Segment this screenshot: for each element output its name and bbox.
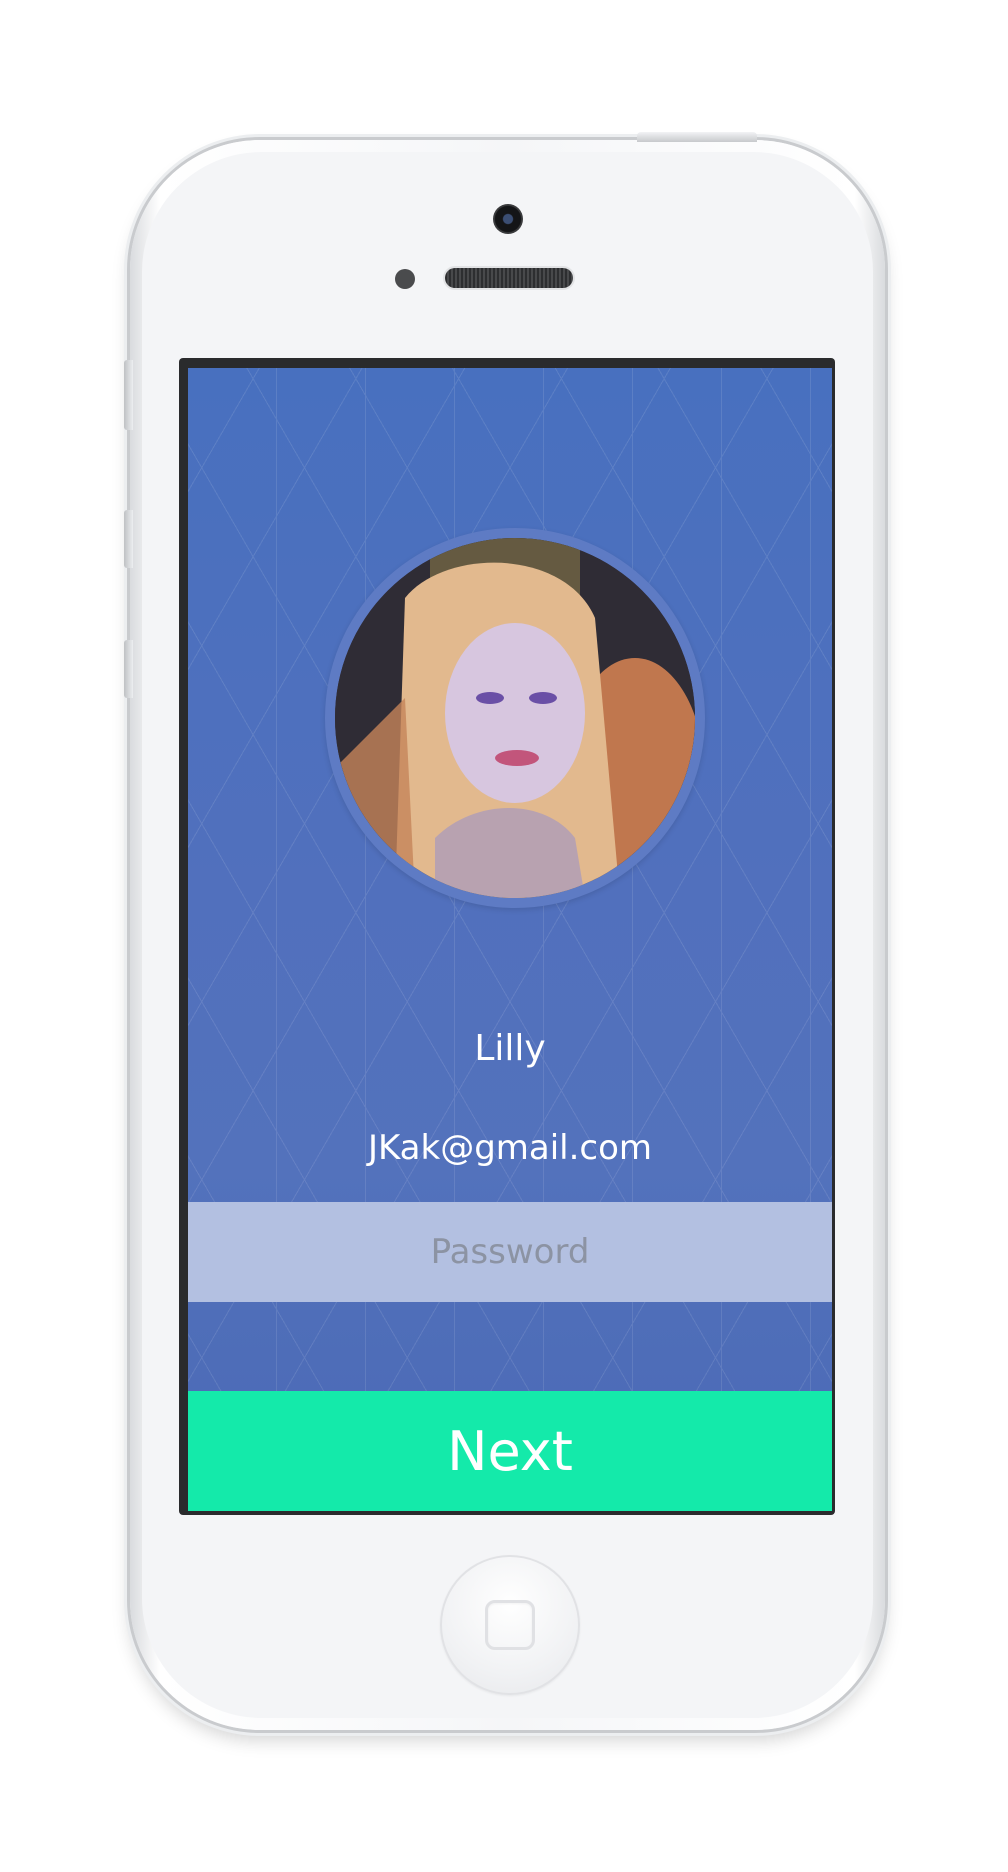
proximity-sensor [395,269,415,289]
login-screen: Lilly JKak@gmail.com Next [188,368,832,1511]
profile-email: JKak@gmail.com [367,1128,653,1168]
earpiece-speaker [445,268,573,288]
home-button [440,1555,580,1695]
next-button[interactable]: Next [188,1391,832,1511]
power-button [637,132,757,142]
mute-switch [124,360,133,430]
avatar-ring [325,528,705,908]
profile-name: Lilly [474,1028,546,1069]
volume-down-button [124,640,133,698]
profile-photo-icon [335,538,695,898]
password-input[interactable] [188,1202,832,1302]
volume-up-button [124,510,133,568]
avatar[interactable] [335,538,695,898]
front-camera [493,204,523,234]
home-square-icon [485,1600,535,1650]
